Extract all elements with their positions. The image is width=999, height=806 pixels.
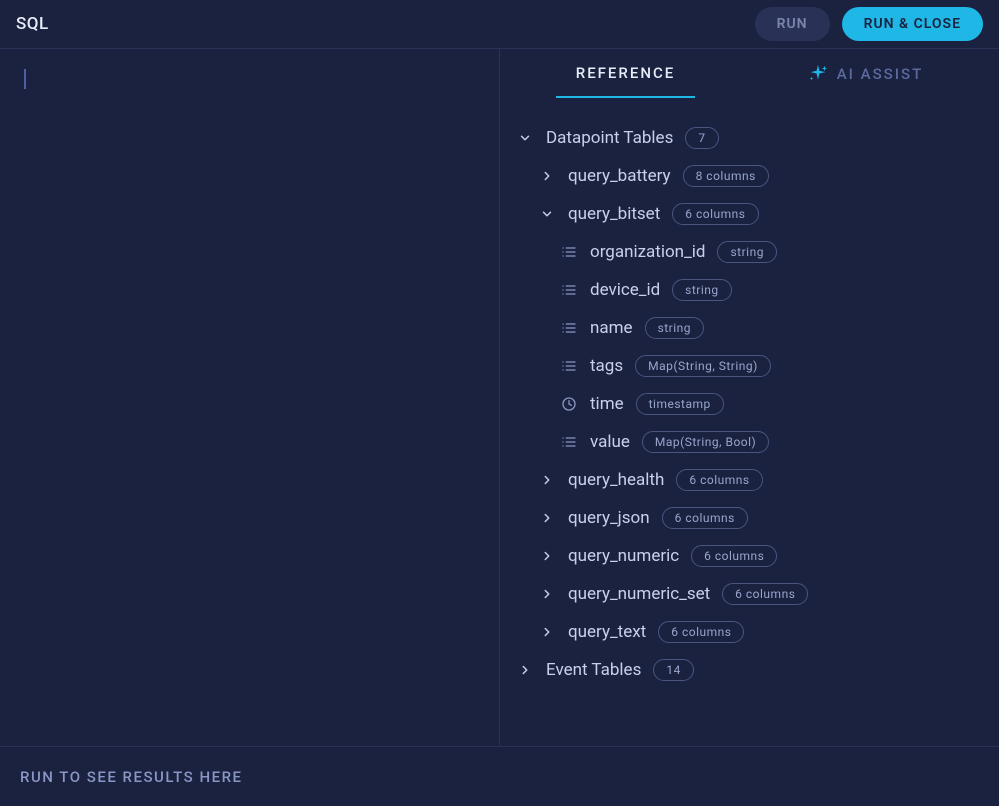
columns-badge: 6 columns: [691, 545, 777, 567]
table-name: query_health: [568, 470, 664, 490]
tab-reference[interactable]: REFERENCE: [556, 50, 695, 98]
type-badge: Map(String, Bool): [642, 431, 769, 453]
column-name: time: [590, 394, 624, 414]
tree-column-organization-id[interactable]: organization_id string: [516, 233, 983, 271]
tree-table-query-json[interactable]: query_json 6 columns: [516, 499, 983, 537]
table-name: query_numeric_set: [568, 584, 710, 604]
tree-table-query-battery[interactable]: query_battery 8 columns: [516, 157, 983, 195]
list-icon: [560, 281, 578, 299]
columns-badge: 6 columns: [662, 507, 748, 529]
tree-column-device-id[interactable]: device_id string: [516, 271, 983, 309]
chevron-right-icon: [538, 167, 556, 185]
results-footer: RUN TO SEE RESULTS HERE: [0, 746, 999, 806]
schema-tree: Datapoint Tables 7 query_battery 8 colum…: [500, 99, 999, 746]
list-icon: [560, 433, 578, 451]
list-icon: [560, 243, 578, 261]
table-name: query_numeric: [568, 546, 679, 566]
tree-section-label: Event Tables: [546, 660, 641, 680]
type-badge: string: [717, 241, 776, 263]
type-badge: timestamp: [636, 393, 724, 415]
run-and-close-button[interactable]: RUN & CLOSE: [842, 7, 983, 41]
columns-badge: 6 columns: [672, 203, 758, 225]
sql-editor[interactable]: [0, 49, 500, 746]
tree-table-query-health[interactable]: query_health 6 columns: [516, 461, 983, 499]
columns-badge: 6 columns: [658, 621, 744, 643]
count-badge: 7: [685, 127, 718, 149]
chevron-down-icon: [516, 129, 534, 147]
type-badge: Map(String, String): [635, 355, 771, 377]
columns-badge: 8 columns: [683, 165, 769, 187]
main-area: REFERENCE AI ASSIST Datapoint Tables 7: [0, 48, 999, 746]
column-name: value: [590, 432, 630, 452]
side-tabs: REFERENCE AI ASSIST: [500, 49, 999, 99]
chevron-right-icon: [538, 471, 556, 489]
table-name: query_text: [568, 622, 646, 642]
table-name: query_json: [568, 508, 650, 528]
chevron-right-icon: [538, 623, 556, 641]
tab-ai-assist-label: AI ASSIST: [837, 65, 924, 83]
run-button[interactable]: RUN: [755, 7, 830, 41]
header-bar: SQL RUN RUN & CLOSE: [0, 0, 999, 48]
tree-table-query-text[interactable]: query_text 6 columns: [516, 613, 983, 651]
clock-icon: [560, 395, 578, 413]
type-badge: string: [672, 279, 731, 301]
column-name: device_id: [590, 280, 660, 300]
column-name: tags: [590, 356, 623, 376]
editor-cursor: [24, 69, 26, 89]
tree-section-label: Datapoint Tables: [546, 128, 673, 148]
column-name: name: [590, 318, 633, 338]
table-name: query_bitset: [568, 204, 660, 224]
page-title: SQL: [16, 14, 49, 34]
tree-table-query-bitset[interactable]: query_bitset 6 columns: [516, 195, 983, 233]
chevron-down-icon: [538, 205, 556, 223]
tab-reference-label: REFERENCE: [576, 64, 675, 82]
chevron-right-icon: [538, 509, 556, 527]
list-icon: [560, 319, 578, 337]
tree-section-event[interactable]: Event Tables 14: [516, 651, 983, 689]
table-name: query_battery: [568, 166, 671, 186]
chevron-right-icon: [538, 547, 556, 565]
chevron-right-icon: [538, 585, 556, 603]
column-name: organization_id: [590, 242, 705, 262]
results-placeholder: RUN TO SEE RESULTS HERE: [20, 768, 243, 786]
count-badge: 14: [653, 659, 694, 681]
header-actions: RUN RUN & CLOSE: [755, 7, 983, 41]
reference-pane: REFERENCE AI ASSIST Datapoint Tables 7: [500, 49, 999, 746]
sparkle-icon: [807, 63, 829, 85]
tree-column-name[interactable]: name string: [516, 309, 983, 347]
chevron-right-icon: [516, 661, 534, 679]
tree-column-value[interactable]: value Map(String, Bool): [516, 423, 983, 461]
tree-section-datapoint[interactable]: Datapoint Tables 7: [516, 119, 983, 157]
tab-ai-assist[interactable]: AI ASSIST: [787, 49, 944, 99]
tree-table-query-numeric[interactable]: query_numeric 6 columns: [516, 537, 983, 575]
tree-table-query-numeric-set[interactable]: query_numeric_set 6 columns: [516, 575, 983, 613]
tree-column-tags[interactable]: tags Map(String, String): [516, 347, 983, 385]
columns-badge: 6 columns: [722, 583, 808, 605]
tree-column-time[interactable]: time timestamp: [516, 385, 983, 423]
list-icon: [560, 357, 578, 375]
type-badge: string: [645, 317, 704, 339]
columns-badge: 6 columns: [676, 469, 762, 491]
